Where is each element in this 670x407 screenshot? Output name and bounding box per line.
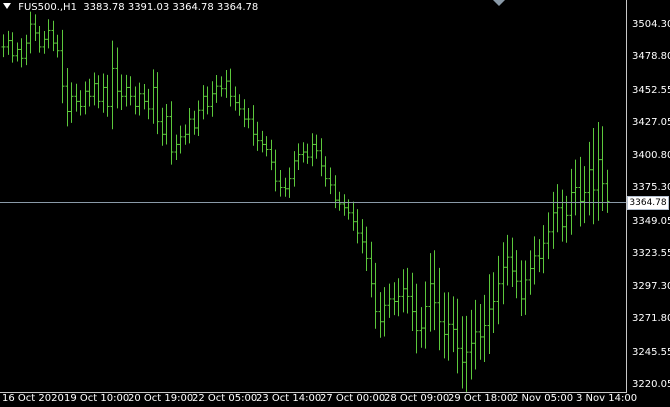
price-tick-label: 3375.30 [632,182,670,194]
price-chart-plot[interactable] [0,0,627,392]
time-tick-label: 29 Oct 18:00 [448,393,514,404]
price-tick-label: 3452.55 [632,84,670,96]
symbol-timeframe-label: FUS500.,H1 [18,2,77,13]
time-tick-label: 20 Oct 19:00 [128,393,194,404]
price-tick-label: 3504.30 [632,19,670,30]
dropdown-triangle-icon[interactable] [3,3,11,9]
price-tick-label: 3271.80 [632,313,670,325]
time-tick-label: 3 Nov 14:00 [576,393,638,404]
price-tick-label: 3323.55 [632,247,670,259]
price-tick-label: 3245.55 [632,346,670,358]
price-tick-label: 3478.80 [632,51,670,63]
price-tick-label: 3427.05 [632,116,670,128]
time-tick-label: 16 Oct 2020 [2,393,64,404]
price-tick-label: 3400.80 [632,150,670,162]
time-tick-label: 22 Oct 05:00 [192,393,258,404]
time-tick-label: 28 Oct 09:00 [384,393,450,404]
chart-window[interactable]: { "header": { "symbol": "FUS500.,H1", "o… [0,0,670,407]
time-tick-label: 2 Nov 05:00 [512,393,574,404]
price-bars [1,11,610,392]
chart-header: FUS500.,H1 3383.78 3391.03 3364.78 3364.… [3,2,258,13]
time-tick-label: 19 Oct 10:00 [64,393,130,404]
price-tick-label: 3349.05 [632,215,670,227]
current-price-label: 3364.78 [627,195,669,210]
price-tick-label: 3297.30 [632,281,670,293]
time-tick-label: 27 Oct 00:00 [320,393,386,404]
ohlc-values: 3383.78 3391.03 3364.78 3364.78 [83,2,259,13]
price-tick-label: 3220.05 [632,379,670,390]
chart-shift-marker-icon[interactable] [493,0,505,6]
time-tick-label: 23 Oct 14:00 [256,393,322,404]
